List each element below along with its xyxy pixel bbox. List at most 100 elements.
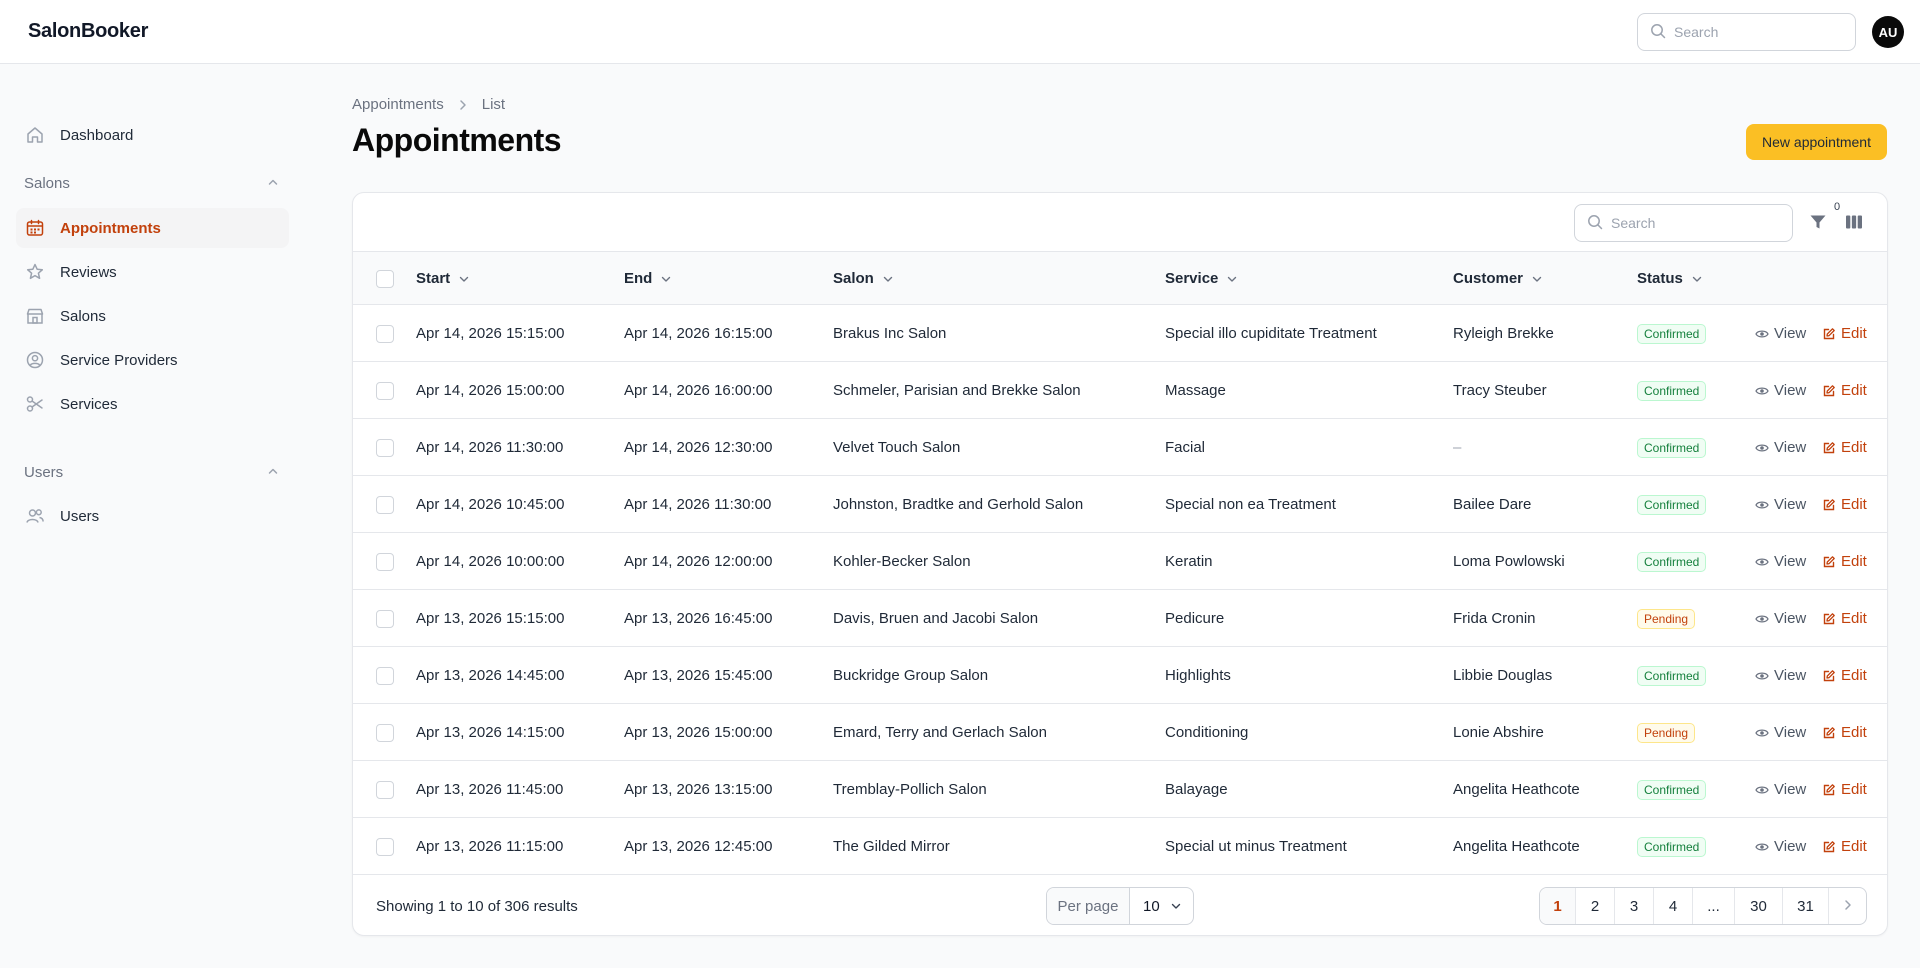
cell-service: Facial <box>1165 439 1206 456</box>
status-badge: Confirmed <box>1637 438 1707 458</box>
view-button[interactable]: View <box>1755 419 1806 476</box>
global-search-input[interactable] <box>1674 24 1844 40</box>
new-appointment-button[interactable]: New appointment <box>1746 124 1887 160</box>
page-button[interactable]: 4 <box>1654 888 1693 924</box>
view-button[interactable]: View <box>1755 704 1806 761</box>
edit-label: Edit <box>1841 838 1867 855</box>
row-checkbox[interactable] <box>376 439 394 457</box>
status-badge: Confirmed <box>1637 381 1707 401</box>
view-label: View <box>1774 781 1807 798</box>
appointments-table-card: 0 Start End Salon Service Customer Statu… <box>352 192 1888 936</box>
breadcrumb-list: List <box>481 96 506 113</box>
column-header-start[interactable]: Start <box>416 252 470 305</box>
sidebar-item-appointments[interactable]: Appointments <box>16 208 289 248</box>
filter-icon[interactable] <box>1808 212 1830 234</box>
row-checkbox[interactable] <box>376 724 394 742</box>
table-row: Apr 13, 2026 14:45:00 Apr 13, 2026 15:45:… <box>353 647 1887 704</box>
status-badge: Confirmed <box>1637 837 1707 857</box>
select-all-checkbox[interactable] <box>376 270 394 288</box>
view-button[interactable]: View <box>1755 647 1806 704</box>
eye-icon <box>1755 498 1769 512</box>
global-search[interactable] <box>1637 13 1856 51</box>
edit-icon <box>1822 498 1836 512</box>
edit-button[interactable]: Edit <box>1822 590 1867 647</box>
edit-icon <box>1822 783 1836 797</box>
edit-button[interactable]: Edit <box>1822 419 1867 476</box>
status-badge: Pending <box>1637 609 1696 629</box>
edit-icon <box>1822 612 1836 626</box>
cell-start: Apr 14, 2026 10:00:00 <box>416 553 565 570</box>
table-header: Start End Salon Service Customer Status <box>353 252 1887 305</box>
edit-button[interactable]: Edit <box>1822 647 1867 704</box>
sidebar-item-service-providers[interactable]: Service Providers <box>16 340 289 380</box>
table-search[interactable] <box>1574 204 1793 242</box>
column-header-service[interactable]: Service <box>1165 252 1238 305</box>
page-button[interactable]: 3 <box>1615 888 1654 924</box>
view-button[interactable]: View <box>1755 590 1806 647</box>
view-button[interactable]: View <box>1755 476 1806 533</box>
brand-logo[interactable]: SalonBooker <box>28 20 148 43</box>
sidebar-item-dashboard[interactable]: Dashboard <box>16 115 289 155</box>
eye-icon <box>1755 840 1769 854</box>
users-icon <box>24 505 46 527</box>
column-header-end[interactable]: End <box>624 252 672 305</box>
column-header-status[interactable]: Status <box>1637 252 1703 305</box>
edit-label: Edit <box>1841 382 1867 399</box>
table-row: Apr 13, 2026 15:15:00 Apr 13, 2026 16:45:… <box>353 590 1887 647</box>
column-header-salon[interactable]: Salon <box>833 252 894 305</box>
view-button[interactable]: View <box>1755 533 1806 590</box>
user-avatar[interactable]: AU <box>1872 16 1904 48</box>
per-page-select[interactable]: Per page 10 <box>1046 887 1194 925</box>
column-label: Customer <box>1453 270 1524 287</box>
page-button[interactable]: 1 <box>1540 888 1576 924</box>
cell-salon: Kohler-Becker Salon <box>833 553 971 570</box>
column-label: Status <box>1637 270 1683 287</box>
table-row: Apr 13, 2026 11:45:00 Apr 13, 2026 13:15:… <box>353 761 1887 818</box>
sidebar-item-users[interactable]: Users <box>16 496 289 536</box>
page-button[interactable]: 31 <box>1783 888 1829 924</box>
cell-salon: Brakus Inc Salon <box>833 325 947 342</box>
row-checkbox[interactable] <box>376 496 394 514</box>
breadcrumb: Appointments List <box>352 96 505 113</box>
cell-end: Apr 13, 2026 13:15:00 <box>624 781 773 798</box>
eye-icon <box>1755 327 1769 341</box>
sidebar-item-services[interactable]: Services <box>16 384 289 424</box>
nav-group-salons[interactable]: Salons <box>24 171 279 195</box>
edit-button[interactable]: Edit <box>1822 704 1867 761</box>
row-checkbox[interactable] <box>376 553 394 571</box>
sidebar-item-label: Services <box>60 395 118 413</box>
edit-button[interactable]: Edit <box>1822 305 1867 362</box>
table-search-input[interactable] <box>1611 215 1781 231</box>
row-checkbox[interactable] <box>376 781 394 799</box>
edit-label: Edit <box>1841 553 1867 570</box>
breadcrumb-appointments[interactable]: Appointments <box>352 96 444 113</box>
edit-button[interactable]: Edit <box>1822 476 1867 533</box>
pagination: 1 2 3 4 ... 30 31 <box>1539 887 1867 925</box>
page-button[interactable]: 2 <box>1576 888 1615 924</box>
per-page-dropdown[interactable]: 10 <box>1130 888 1193 924</box>
view-button[interactable]: View <box>1755 761 1806 818</box>
edit-button[interactable]: Edit <box>1822 761 1867 818</box>
row-checkbox[interactable] <box>376 382 394 400</box>
nav-group-users[interactable]: Users <box>24 460 279 484</box>
page-button[interactable]: 30 <box>1735 888 1783 924</box>
row-checkbox[interactable] <box>376 325 394 343</box>
row-checkbox[interactable] <box>376 610 394 628</box>
sidebar-item-label: Appointments <box>60 219 161 237</box>
row-checkbox[interactable] <box>376 667 394 685</box>
view-button[interactable]: View <box>1755 818 1806 875</box>
next-page-button[interactable] <box>1829 888 1866 924</box>
row-checkbox[interactable] <box>376 838 394 856</box>
edit-button[interactable]: Edit <box>1822 362 1867 419</box>
edit-button[interactable]: Edit <box>1822 533 1867 590</box>
view-button[interactable]: View <box>1755 305 1806 362</box>
column-label: Start <box>416 270 451 287</box>
columns-icon[interactable] <box>1844 212 1866 234</box>
column-header-customer[interactable]: Customer <box>1453 252 1543 305</box>
edit-icon <box>1822 555 1836 569</box>
sidebar-item-reviews[interactable]: Reviews <box>16 252 289 292</box>
edit-button[interactable]: Edit <box>1822 818 1867 875</box>
cell-salon: Buckridge Group Salon <box>833 667 989 684</box>
view-button[interactable]: View <box>1755 362 1806 419</box>
sidebar-item-salons[interactable]: Salons <box>16 296 289 336</box>
